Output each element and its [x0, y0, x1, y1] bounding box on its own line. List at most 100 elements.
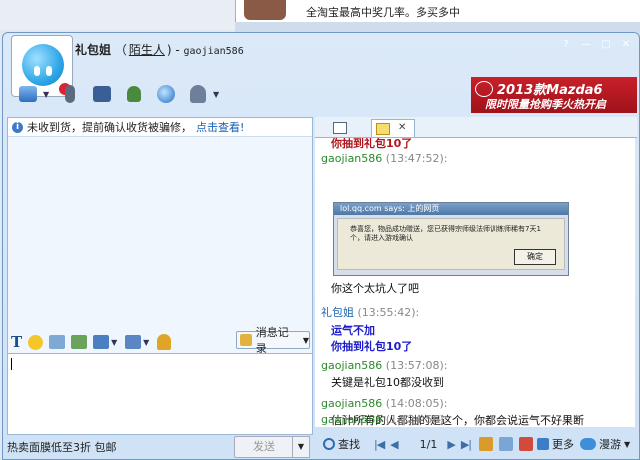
export-icon[interactable] — [498, 437, 513, 451]
chevron-down-icon[interactable]: ▼ — [143, 338, 151, 347]
background-banner: 全淘宝最高中奖几率。多买多中 — [235, 0, 640, 22]
send-options-button[interactable]: ▼ — [292, 436, 310, 458]
delete-icon[interactable] — [518, 437, 533, 451]
message-time: (13:47:52): — [385, 152, 448, 165]
message-sender[interactable]: gaojian586 — [321, 397, 382, 410]
message-history-button[interactable]: 消息记录 ▼ — [236, 326, 310, 355]
message-body: 你这个太坑人了吧 — [331, 282, 419, 295]
promo-tip-link[interactable]: 热卖面膜低至3折 包邮 — [7, 439, 117, 455]
message-time: (14:08:05): — [385, 397, 448, 410]
message-body: 关键是礼包10都没收到 — [331, 376, 444, 389]
globe-icon — [157, 85, 175, 103]
message-sender[interactable]: gaojian586 — [321, 359, 382, 372]
search-icon — [323, 438, 335, 450]
send-button[interactable]: 发送 — [234, 436, 294, 458]
message-time: (13:57:08): — [385, 359, 448, 372]
screenshot-popup: lol.qq.com says: 上的网页 恭喜您，物品成功赠送，您已获得宗师级… — [333, 202, 569, 276]
main-toolbar: ▼ ▼ — [15, 81, 221, 107]
relation-link[interactable]: 陌生人 — [129, 43, 165, 57]
folder-icon — [19, 86, 37, 102]
contact-account: gaojian586 — [183, 46, 244, 57]
video-call-button[interactable] — [89, 81, 115, 107]
apps-button[interactable] — [185, 81, 211, 107]
chevron-down-icon[interactable]: ▼ — [213, 90, 221, 99]
camera-icon — [93, 86, 111, 102]
tab-info[interactable] — [329, 119, 351, 136]
chevron-down-icon[interactable]: ▼ — [43, 90, 51, 99]
title-separator: ) - — [166, 43, 184, 57]
chat-message: gaojian586 (14:24:56): — [321, 413, 447, 426]
minimize-button[interactable]: — — [579, 39, 593, 51]
close-tab-icon[interactable]: ✕ — [398, 122, 406, 133]
tab-chat-log[interactable]: ✕ — [371, 119, 415, 137]
cut-off-message: 你抽到礼包10了 — [331, 138, 413, 150]
close-button[interactable]: ✕ — [619, 39, 633, 51]
window-controls: ? — □ ✕ — [559, 39, 633, 51]
chat-message: 礼包姐 (13:55:42): 运气不加 你抽到礼包10了 — [321, 304, 419, 355]
message-body: 运气不加 你抽到礼包10了 — [331, 324, 413, 353]
image-icon[interactable] — [71, 335, 88, 349]
notice-text: 未收到货，提前确认收货被骗修， — [27, 121, 192, 134]
screenshot-icon[interactable] — [49, 335, 66, 349]
side-tabs: ✕ — [315, 117, 637, 138]
chat-history: 你抽到礼包10了 gaojian586 (13:47:52): lol.qq.c… — [315, 138, 635, 427]
roam-button[interactable]: 漫游 ▼ — [579, 436, 631, 452]
roam-label: 漫游 — [598, 438, 621, 451]
notice-bar: i 未收到货，提前确认收货被骗修， 点击查看! — [8, 118, 312, 137]
notice-link[interactable]: 点击查看! — [196, 119, 244, 135]
maximize-button[interactable]: □ — [599, 39, 613, 51]
banner-text: 全淘宝最高中奖几率。多买多中 — [306, 6, 460, 19]
popup-title: lol.qq.com says: 上的网页 — [334, 203, 568, 215]
add-friend-button[interactable] — [121, 81, 147, 107]
popup-content: 恭喜您，物品成功赠送，您已获得宗师级法师训练师稀有7天1个，请进入游戏确认 确定 — [337, 218, 565, 270]
popup-ok-button: 确定 — [514, 249, 556, 265]
chevron-down-icon[interactable]: ▼ — [111, 338, 119, 347]
message-input[interactable] — [7, 353, 313, 435]
more-button[interactable]: 更多 — [536, 436, 574, 452]
file-transfer-button[interactable] — [15, 81, 41, 107]
popup-message: 恭喜您，物品成功赠送，您已获得宗师级法师训练师稀有7天1个，请进入游戏确认 — [350, 225, 541, 242]
avatar-eye — [46, 66, 52, 76]
capture-icon[interactable] — [93, 335, 110, 349]
notepad-icon — [376, 123, 390, 135]
message-sender[interactable]: gaojian586 — [321, 152, 382, 165]
first-page-button[interactable]: |◀ — [374, 438, 385, 451]
message-time: (13:55:42): — [357, 306, 420, 319]
window-title: 礼包姐 （陌生人) - gaojian586 — [75, 41, 244, 58]
microphone-icon — [65, 85, 75, 103]
chevron-down-icon: ▼ — [302, 335, 309, 345]
info-icon: i — [12, 121, 23, 133]
person-icon — [190, 85, 206, 103]
banner-photo — [244, 0, 286, 20]
message-sender[interactable]: 礼包姐 — [321, 306, 354, 319]
font-icon[interactable]: T — [11, 333, 22, 351]
bell-icon[interactable] — [157, 334, 172, 350]
gift-icon[interactable] — [125, 335, 142, 349]
title-paren-open: （ — [114, 43, 127, 57]
history-icon — [240, 334, 252, 346]
browser-button[interactable] — [153, 81, 179, 107]
emoji-icon[interactable] — [28, 334, 44, 350]
search-label: 查找 — [338, 438, 360, 451]
chat-window: 礼包姐 （陌生人) - gaojian586 ? — □ ✕ ▼ ▼ 2013款… — [2, 32, 640, 460]
add-person-icon — [127, 86, 141, 102]
chat-message: gaojian586 (13:57:08): 关键是礼包10都没收到 — [321, 359, 447, 391]
chat-message: 你这个太坑人了吧 — [321, 278, 419, 297]
voice-call-button[interactable] — [57, 81, 83, 107]
message-sender[interactable]: gaojian586 — [321, 413, 382, 426]
next-page-button[interactable]: ▶ — [447, 438, 456, 451]
mazda-logo-icon — [475, 81, 493, 97]
page-indicator: 1/1 — [419, 437, 438, 451]
help-button[interactable]: ? — [559, 39, 573, 51]
search-button[interactable]: 查找 — [323, 436, 360, 452]
contact-name: 礼包姐 — [75, 43, 112, 57]
chat-log-toolbar: 查找 |◀ ◀ 1/1 ▶ ▶| 更多 漫游 ▼ — [315, 431, 637, 457]
grid-icon — [536, 438, 549, 450]
message-time: (14:24:56): — [385, 413, 448, 426]
qq-penguin-icon — [22, 44, 64, 86]
last-page-button[interactable]: ▶| — [461, 438, 472, 451]
calendar-icon[interactable] — [478, 437, 493, 451]
chevron-down-icon: ▼ — [623, 439, 631, 449]
ad-banner[interactable]: 2013款Mazda6 限时限量抢购季火热开启 — [471, 77, 637, 113]
prev-page-button[interactable]: ◀ — [390, 438, 399, 451]
